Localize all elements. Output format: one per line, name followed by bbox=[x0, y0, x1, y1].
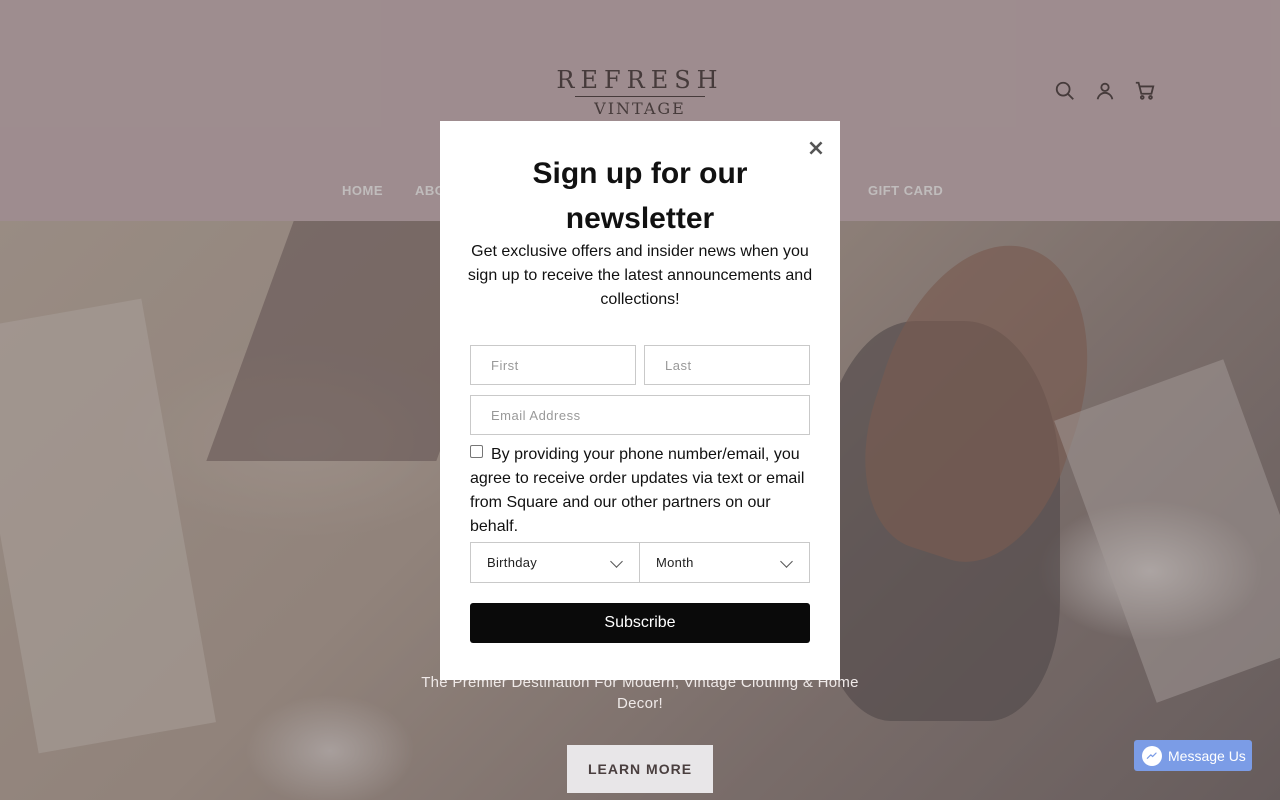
consent-text: By providing your phone number/email, yo… bbox=[470, 446, 805, 535]
month-select[interactable]: Month bbox=[639, 542, 810, 583]
consent-checkbox[interactable] bbox=[470, 445, 483, 458]
month-select-value: Month bbox=[656, 555, 694, 570]
learn-more-button[interactable]: LEARN MORE bbox=[567, 745, 713, 793]
birthday-select[interactable]: Birthday bbox=[470, 542, 640, 583]
messenger-button[interactable]: Message Us bbox=[1134, 740, 1252, 771]
subscribe-button[interactable]: Subscribe bbox=[470, 603, 810, 643]
consent-row: By providing your phone number/email, yo… bbox=[470, 443, 815, 539]
chevron-down-icon bbox=[780, 555, 793, 568]
first-name-placeholder: First bbox=[491, 357, 519, 373]
email-placeholder: Email Address bbox=[491, 407, 581, 423]
modal-subtitle: Get exclusive offers and insider news wh… bbox=[467, 243, 813, 308]
birthday-select-value: Birthday bbox=[487, 555, 538, 570]
messenger-label: Message Us bbox=[1168, 747, 1246, 764]
messenger-icon bbox=[1142, 745, 1162, 766]
first-name-input[interactable]: First bbox=[470, 345, 636, 385]
newsletter-modal: × Sign up for our newsletter Get exclusi… bbox=[440, 121, 840, 680]
email-input[interactable]: Email Address bbox=[470, 395, 810, 435]
last-name-input[interactable]: Last bbox=[644, 345, 810, 385]
last-name-placeholder: Last bbox=[665, 357, 692, 373]
modal-title: Sign up for our newsletter bbox=[532, 157, 748, 235]
chevron-down-icon bbox=[610, 555, 623, 568]
